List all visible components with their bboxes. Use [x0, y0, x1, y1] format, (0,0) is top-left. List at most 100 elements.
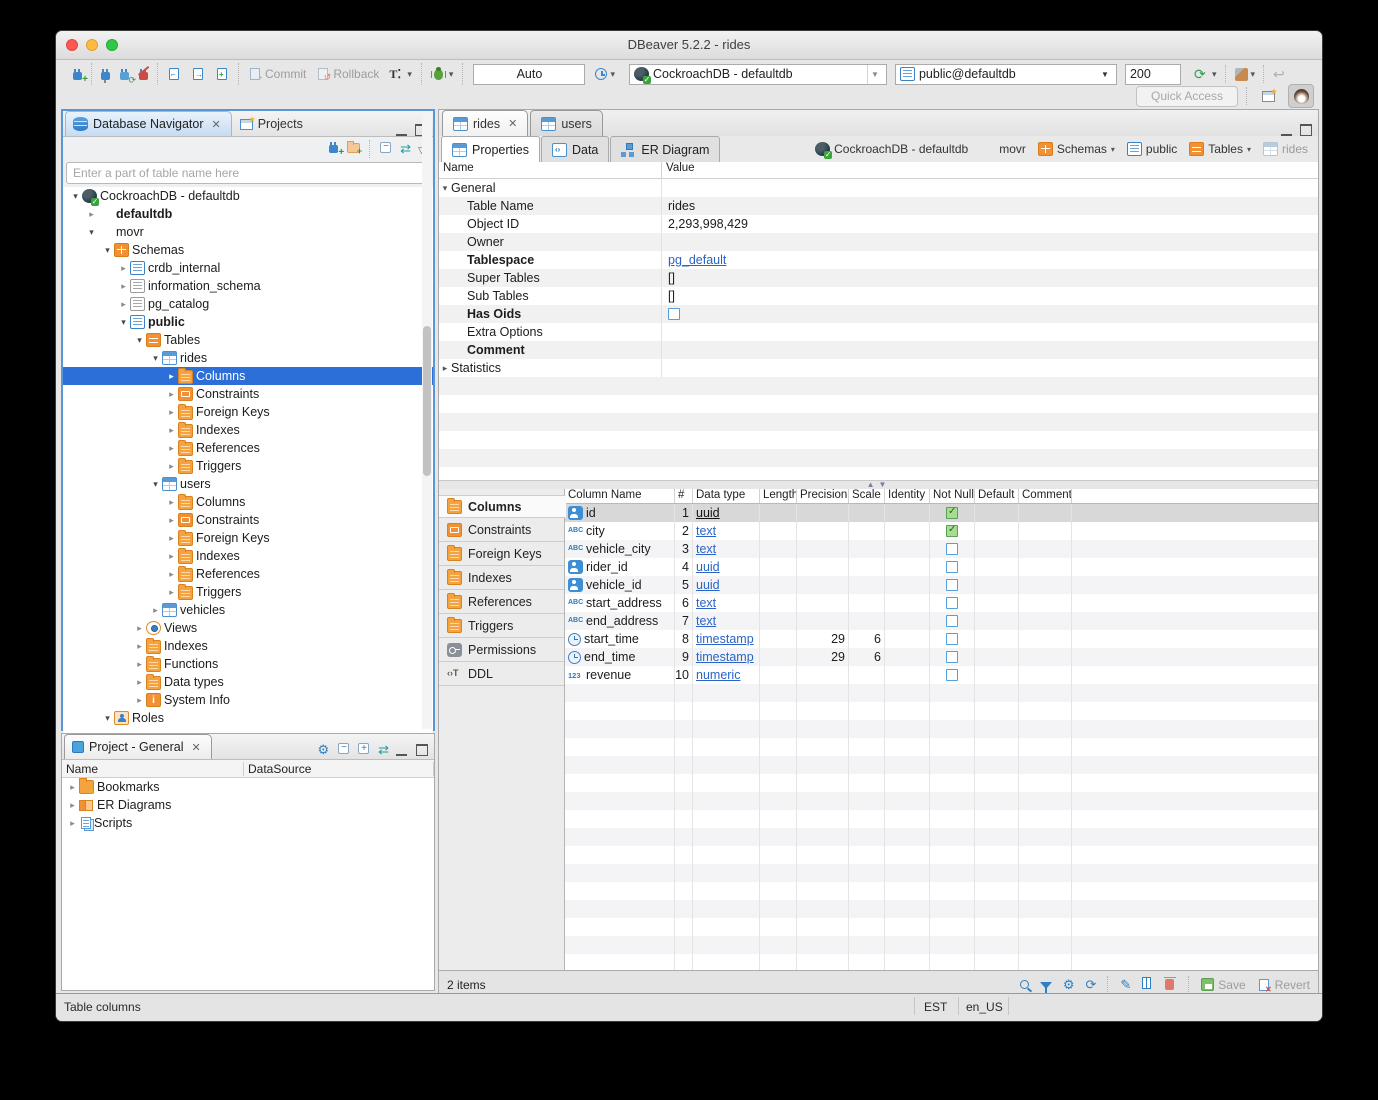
expander-icon[interactable]: ▾ [69, 191, 82, 202]
property-value-cell[interactable] [662, 323, 1318, 341]
detail-tab-permissions[interactable]: Permissions [439, 637, 564, 662]
tree-item-columns[interactable]: ▸Columns [63, 367, 433, 385]
expander-icon[interactable]: ▸ [165, 407, 178, 418]
tree-item-references[interactable]: ▸References [63, 439, 433, 457]
property-value-cell[interactable]: [] [662, 287, 1318, 305]
property-value-cell[interactable]: rides [662, 197, 1318, 215]
tab-database-navigator[interactable]: Database Navigator ✕ [65, 111, 232, 136]
tree-item-constraints[interactable]: ▸Constraints [63, 511, 433, 529]
project-item-bookmarks[interactable]: ▸Bookmarks [62, 778, 434, 796]
tab-project-general[interactable]: Project - General ✕ [64, 734, 212, 759]
expander-icon[interactable]: ▸ [439, 363, 451, 374]
expand-all-button[interactable] [358, 741, 369, 759]
new-connection-button[interactable] [71, 63, 84, 85]
tree-item-triggers[interactable]: ▸Triggers [63, 457, 433, 475]
edit-button[interactable]: ✎ [1120, 978, 1131, 992]
tree-item-data-types[interactable]: ▸Data types [63, 673, 433, 691]
tree-item-views[interactable]: ▸Views [63, 619, 433, 637]
expander-icon[interactable]: ▸ [165, 515, 178, 526]
column-type-link[interactable]: uuid [696, 506, 720, 520]
close-tab-icon[interactable]: ✕ [211, 118, 220, 131]
expander-icon[interactable]: ▾ [149, 479, 162, 490]
expander-icon[interactable]: ▸ [133, 641, 146, 652]
column-row-vehicle-city[interactable]: vehicle_city3text [565, 540, 1318, 558]
expander-icon[interactable]: ▸ [133, 677, 146, 688]
expander-icon[interactable]: ▾ [85, 227, 98, 238]
project-item-scripts[interactable]: ▸Scripts [62, 814, 434, 832]
subtab-properties[interactable]: Properties [441, 136, 540, 162]
rollback-button[interactable]: Rollback [314, 63, 381, 85]
transaction-log-button[interactable]: ▾ [593, 63, 617, 85]
property-row-super-tables[interactable]: Super Tables[] [439, 269, 1318, 287]
editor-tab-rides[interactable]: rides✕ [442, 110, 528, 136]
expander-icon[interactable]: ▸ [165, 497, 178, 508]
tree-item-indexes[interactable]: ▸Indexes [63, 547, 433, 565]
project-settings-button[interactable]: ⚙ [317, 741, 329, 759]
property-value-cell[interactable]: [] [662, 269, 1318, 287]
open-perspective-button[interactable] [1256, 85, 1280, 107]
column-type-link[interactable]: text [696, 614, 716, 628]
tree-item-information-schema[interactable]: ▸information_schema [63, 277, 433, 295]
expander-icon[interactable]: ▸ [117, 299, 130, 310]
checkbox-icon[interactable] [946, 561, 958, 573]
table-filter-input[interactable]: Enter a part of table name here [66, 162, 430, 184]
column-type-link[interactable]: text [696, 596, 716, 610]
refresh-button[interactable]: ⟳ ▾ [1192, 63, 1219, 85]
checkbox-icon[interactable] [946, 543, 958, 555]
tree-item-system-info[interactable]: ▸System Info [63, 691, 433, 709]
minimize-view-icon[interactable] [396, 125, 407, 136]
checkbox-icon[interactable] [946, 579, 958, 591]
expander-icon[interactable]: ▸ [66, 800, 79, 811]
commit-button[interactable]: Commit [246, 63, 308, 85]
detail-tab-columns[interactable]: Columns [439, 495, 566, 518]
column-row-revenue[interactable]: revenue10numeric [565, 666, 1318, 684]
minimize-editor-icon[interactable] [1281, 125, 1292, 136]
checkbox-icon[interactable] [946, 651, 958, 663]
column-type-link[interactable]: timestamp [696, 632, 754, 646]
grid-header-data-type[interactable]: Data type [693, 489, 760, 503]
quick-access-input[interactable]: Quick Access [1136, 86, 1238, 107]
expander-icon[interactable]: ▸ [149, 605, 162, 616]
expander-icon[interactable]: ▾ [101, 713, 114, 724]
grid-header-length[interactable]: Length [760, 489, 797, 503]
tree-item-functions[interactable]: ▸Functions [63, 655, 433, 673]
editor-tab-users[interactable]: users [530, 110, 603, 136]
grid-header-precision[interactable]: Precision [797, 489, 849, 503]
link-with-editor-button[interactable]: ⇄ [400, 140, 409, 158]
revert-button[interactable]: Revert [1257, 978, 1310, 992]
expander-icon[interactable]: ▸ [165, 425, 178, 436]
maximize-editor-icon[interactable] [1300, 124, 1312, 136]
sash-arrows-icon[interactable]: ▲▼ [867, 481, 891, 489]
property-value-cell[interactable] [662, 305, 1318, 323]
column-row-start-time[interactable]: start_time8timestamp296 [565, 630, 1318, 648]
expander-icon[interactable]: ▾ [149, 353, 162, 364]
column-type-link[interactable]: numeric [696, 668, 740, 682]
property-value-cell[interactable] [662, 233, 1318, 251]
property-row-statistics[interactable]: ▸Statistics [439, 359, 1318, 377]
connection-combo[interactable]: CockroachDB - defaultdb ▼ [629, 64, 887, 85]
subtab-er-diagram[interactable]: ER Diagram [610, 136, 720, 162]
property-value-cell[interactable]: 2,293,998,429 [662, 215, 1318, 233]
property-value-cell[interactable] [662, 359, 1318, 377]
search-button[interactable] [1020, 978, 1029, 992]
detail-tab-ddl[interactable]: DDL [439, 661, 564, 686]
expander-icon[interactable]: ▸ [165, 371, 178, 382]
tree-item-users[interactable]: ▾users [63, 475, 433, 493]
new-sql-editor-button[interactable] [213, 63, 231, 85]
expander-icon[interactable]: ▾ [439, 183, 451, 194]
locale-indicator[interactable]: en_US [966, 1000, 1003, 1014]
expander-icon[interactable]: ▾ [117, 317, 130, 328]
tree-item-schemas[interactable]: ▾Schemas [63, 241, 433, 259]
tree-item-indexes[interactable]: ▸Indexes [63, 421, 433, 439]
breadcrumb-item-tables[interactable]: Tables▾ [1189, 142, 1251, 156]
grid-header-[interactable]: # [675, 489, 693, 503]
expander-icon[interactable]: ▸ [66, 782, 79, 793]
column-row-id[interactable]: id1uuid [565, 504, 1318, 522]
grid-header-not-null[interactable]: Not Null [930, 489, 975, 503]
expander-icon[interactable]: ▸ [117, 281, 130, 292]
close-tab-icon[interactable]: ✕ [508, 117, 517, 130]
filter-button[interactable] [1040, 978, 1052, 992]
properties-header-value[interactable]: Value [662, 162, 1318, 178]
refresh-grid-button[interactable]: ⟳ [1085, 978, 1096, 992]
schema-combo[interactable]: public@defaultdb ▼ [895, 64, 1117, 85]
